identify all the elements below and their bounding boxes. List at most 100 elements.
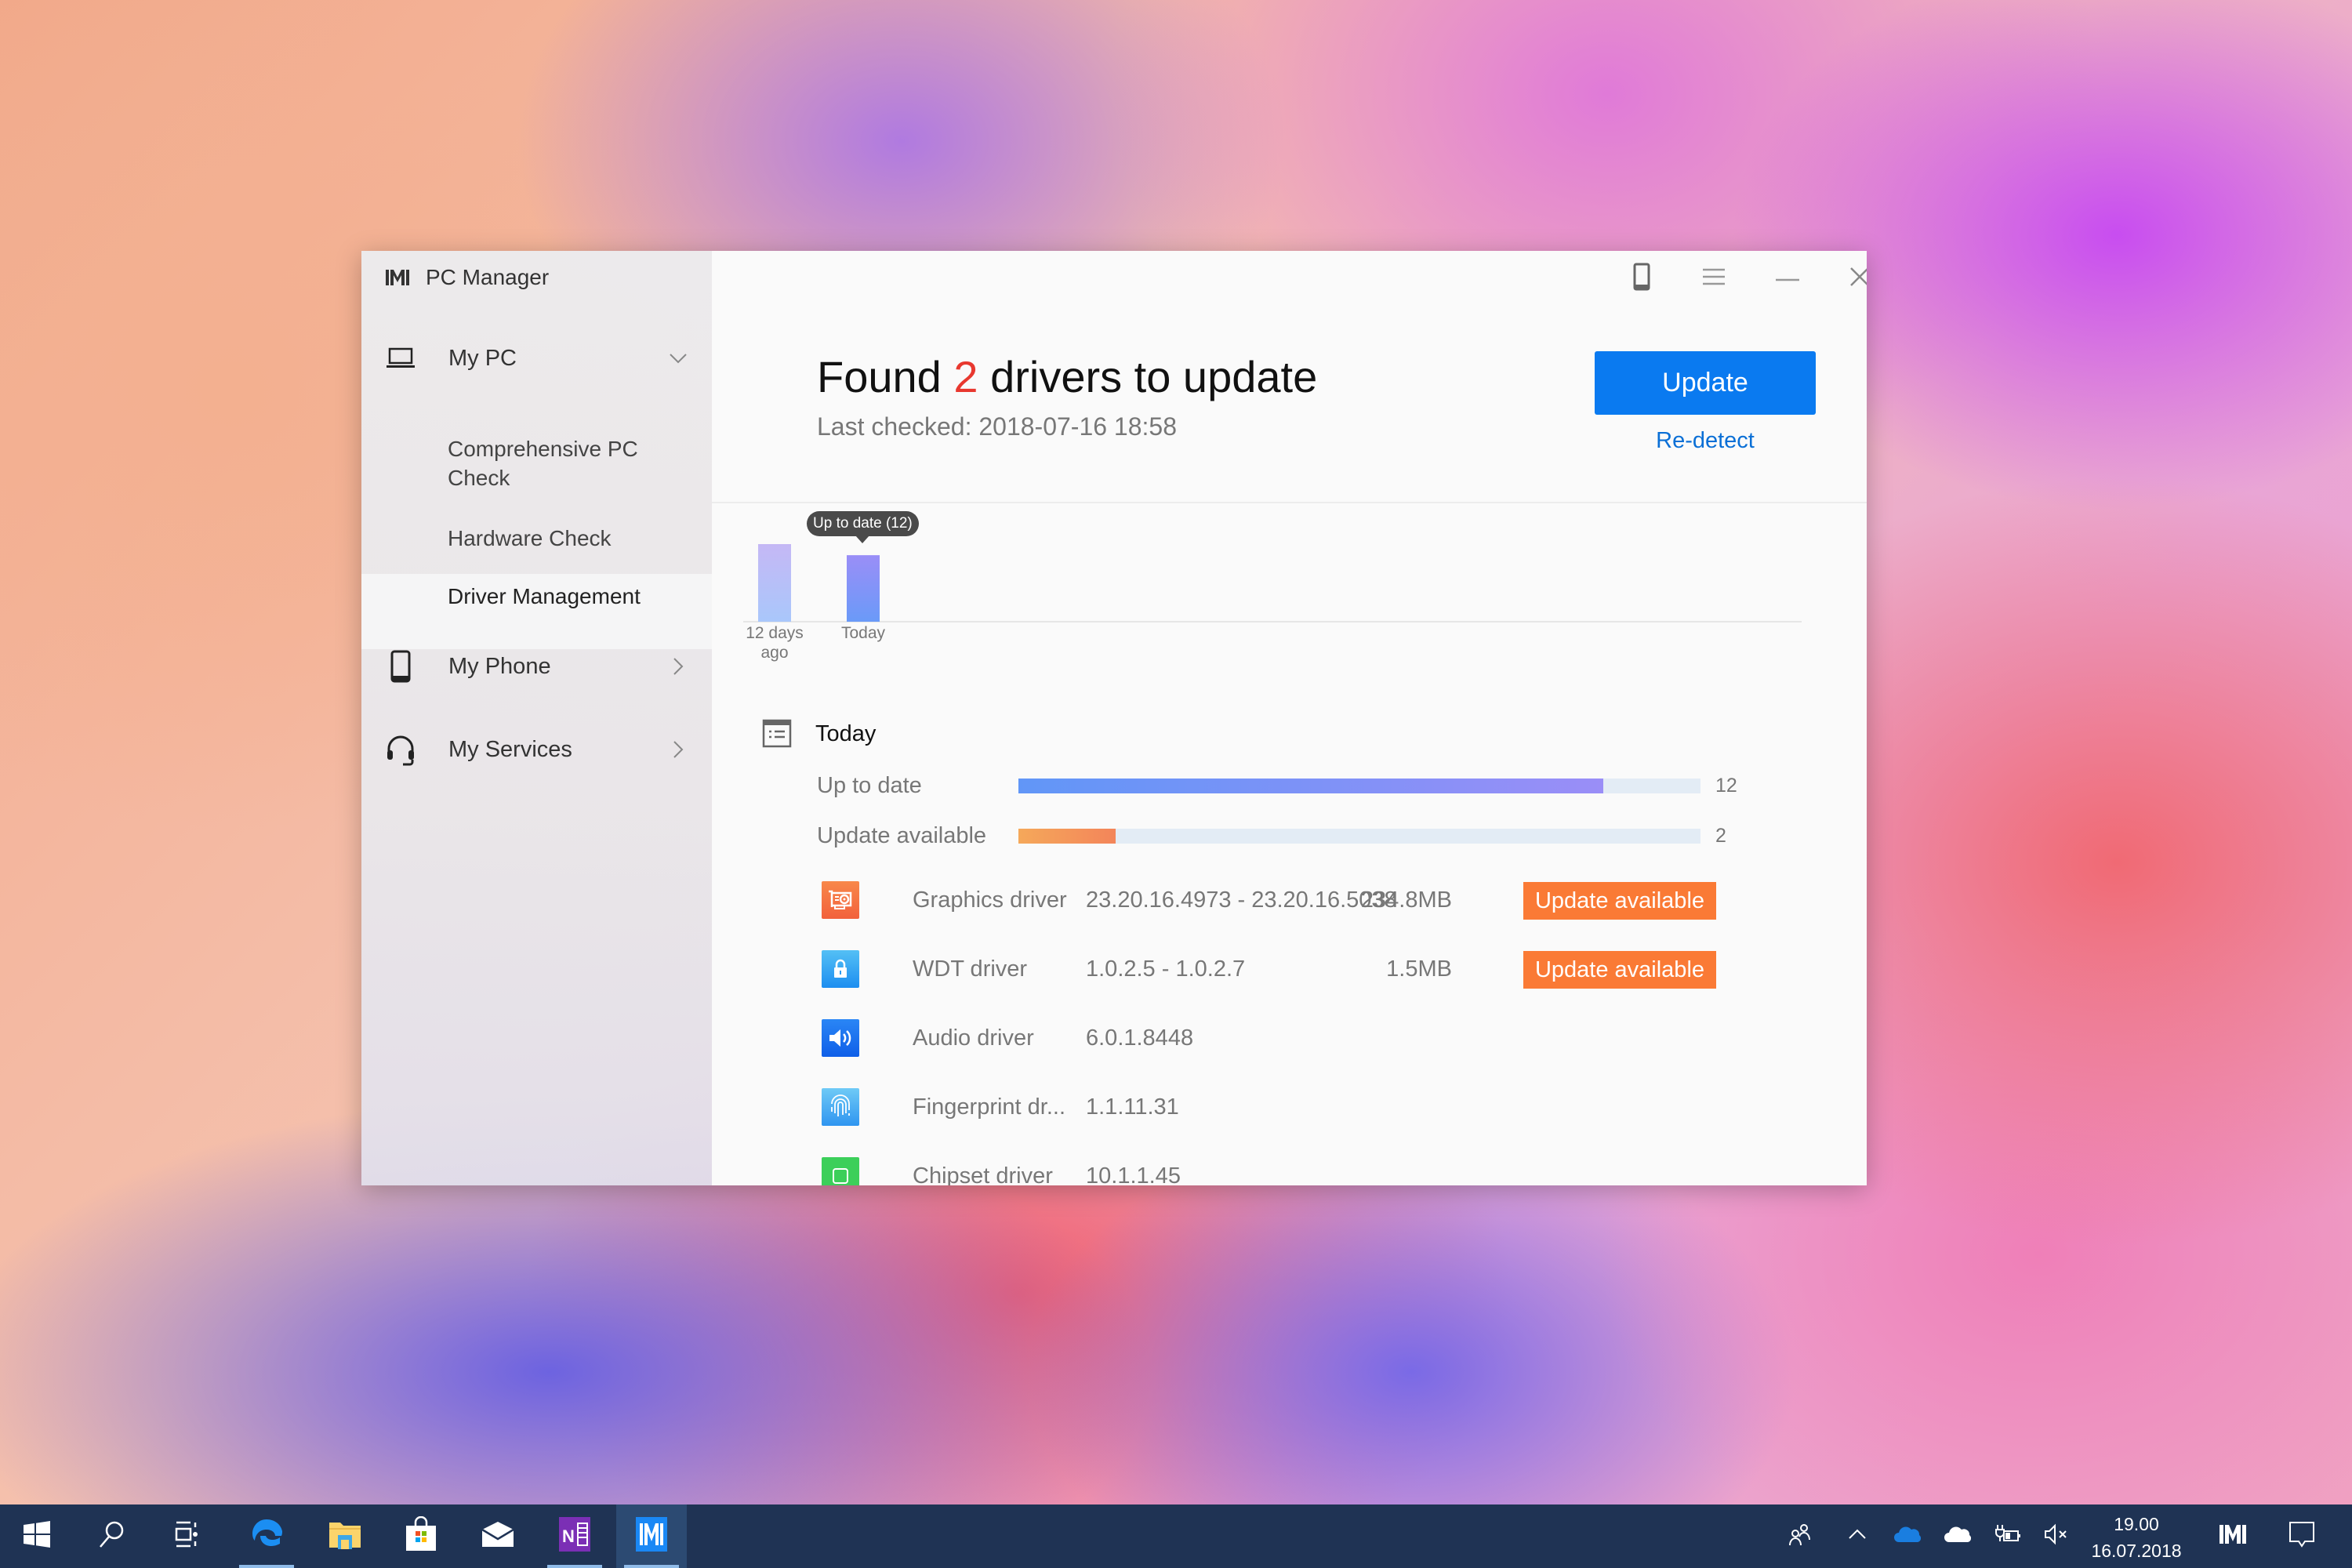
volume-button[interactable] <box>2035 1504 2078 1568</box>
minimize-button[interactable] <box>1764 259 1811 298</box>
update-available-button[interactable]: Update available <box>1523 951 1716 989</box>
chipset-icon <box>822 1157 859 1185</box>
sidebar-item-label: My PC <box>448 345 517 371</box>
close-button[interactable] <box>1836 259 1867 298</box>
driver-size: 1.5MB <box>1386 956 1452 982</box>
laptop-icon <box>383 341 418 376</box>
minimize-icon <box>1776 271 1799 285</box>
action-center-button[interactable] <box>2278 1504 2325 1568</box>
driver-version: 6.0.1.8448 <box>1086 1025 1194 1051</box>
taskbar-app-mail[interactable] <box>463 1504 533 1568</box>
page-title: Found 2 drivers to update <box>817 351 1317 402</box>
up-to-date-progress-track <box>1018 779 1700 793</box>
chevron-down-icon[interactable] <box>666 347 690 370</box>
sidebar-item-my-phone[interactable]: My Phone <box>361 647 712 686</box>
driver-name: WDT driver <box>913 956 1028 982</box>
clock-date: 16.07.2018 <box>2091 1541 2182 1561</box>
today-heading: Today <box>815 721 877 746</box>
stat-count: 2 <box>1715 825 1726 847</box>
chevron-up-icon <box>1848 1529 1867 1544</box>
driver-version: 1.0.2.5 - 1.0.2.7 <box>1086 956 1246 982</box>
history-bar[interactable] <box>847 555 880 622</box>
taskbar-app-pc-manager[interactable] <box>616 1504 687 1568</box>
chevron-right-icon[interactable] <box>666 655 690 678</box>
redetect-link[interactable]: Re-detect <box>1595 428 1816 454</box>
pc-manager-tray-button[interactable] <box>2211 1504 2255 1568</box>
driver-row[interactable]: Audio driver 6.0.1.8448 <box>712 1014 1809 1062</box>
app-title: PC Manager <box>385 265 549 290</box>
people-icon <box>1788 1523 1812 1550</box>
onedrive-business-button[interactable] <box>1886 1504 1929 1568</box>
windows-logo-icon <box>24 1521 50 1552</box>
stat-row-update-available: Update available 2 <box>817 820 1789 851</box>
taskbar-app-edge[interactable] <box>231 1504 302 1568</box>
start-button[interactable] <box>2 1504 72 1568</box>
pc-manager-window: PC Manager My PC Comprehensive PC Check … <box>361 251 1867 1185</box>
pc-manager-logo-icon <box>385 268 410 287</box>
notification-icon <box>2288 1521 2315 1552</box>
battery-button[interactable] <box>1987 1504 2029 1568</box>
menu-icon <box>1702 267 1726 290</box>
driver-row[interactable]: Chipset driver 10.1.1.45 <box>712 1152 1809 1185</box>
running-indicator <box>239 1565 294 1568</box>
headset-icon <box>383 732 418 767</box>
lock-icon <box>822 950 859 988</box>
chart-x-label: Today <box>840 624 886 642</box>
stat-label: Up to date <box>817 773 922 798</box>
onenote-icon: N <box>559 1517 590 1555</box>
clock-time: 19.00 <box>2114 1514 2159 1534</box>
sidebar-item-comprehensive-pc-check[interactable]: Comprehensive PC Check <box>361 434 712 492</box>
store-icon <box>405 1515 437 1556</box>
menu-button[interactable] <box>1690 259 1737 298</box>
driver-name: Audio driver <box>913 1025 1034 1051</box>
speaker-icon <box>822 1019 859 1057</box>
driver-row[interactable]: WDT driver 1.0.2.5 - 1.0.2.7 1.5MB Updat… <box>712 946 1809 993</box>
sidebar-item-hardware-check[interactable]: Hardware Check <box>361 524 712 553</box>
task-view-icon <box>175 1521 201 1552</box>
system-clock[interactable]: 19.00 16.07.2018 <box>2085 1511 2187 1564</box>
people-button[interactable] <box>1777 1504 1824 1568</box>
last-checked-timestamp: Last checked: 2018-07-16 18:58 <box>817 412 1177 441</box>
update-available-button[interactable]: Update available <box>1523 882 1716 920</box>
show-hidden-icons-button[interactable] <box>1836 1504 1878 1568</box>
chart-tooltip: Up to date (12) <box>807 511 919 544</box>
chart-x-label: 12 days ago <box>746 624 804 662</box>
history-bar[interactable] <box>758 544 791 622</box>
driver-row[interactable]: Graphics driver 23.20.16.4973 - 23.20.16… <box>712 877 1809 924</box>
phone-icon <box>383 649 418 684</box>
sidebar-item-my-pc[interactable]: My PC <box>361 339 712 378</box>
sidebar-item-my-services[interactable]: My Services <box>361 730 712 769</box>
taskbar-app-file-explorer[interactable] <box>310 1504 380 1568</box>
update-button[interactable]: Update <box>1595 351 1816 415</box>
headline-suffix: drivers to update <box>990 352 1318 401</box>
search-button[interactable] <box>77 1504 147 1568</box>
driver-version: 10.1.1.45 <box>1086 1163 1181 1185</box>
taskbar-app-onenote[interactable]: N <box>539 1504 610 1568</box>
task-view-button[interactable] <box>153 1504 223 1568</box>
onedrive-button[interactable] <box>1936 1504 1979 1568</box>
sidebar-item-driver-management[interactable]: Driver Management <box>361 574 712 649</box>
search-icon <box>99 1520 125 1552</box>
update-available-progress-fill <box>1018 829 1116 844</box>
running-indicator <box>547 1565 602 1568</box>
sidebar-item-label: My Phone <box>448 653 551 679</box>
onedrive-white-icon <box>1944 1525 1972 1548</box>
chevron-right-icon[interactable] <box>666 738 690 761</box>
close-icon <box>1850 267 1867 290</box>
up-to-date-progress-fill <box>1018 779 1603 793</box>
edge-icon <box>251 1518 282 1555</box>
driver-name: Graphics driver <box>913 887 1067 913</box>
phone-connect-button[interactable] <box>1618 259 1665 298</box>
volume-muted-icon <box>2044 1523 2069 1549</box>
graphics-card-icon <box>822 881 859 919</box>
main-content: Found 2 drivers to update Last checked: … <box>712 251 1867 1185</box>
stat-label: Update available <box>817 823 987 848</box>
taskbar-app-store[interactable] <box>386 1504 456 1568</box>
stat-row-up-to-date: Up to date 12 <box>817 770 1789 801</box>
calendar-icon <box>762 717 792 752</box>
sidebar: PC Manager My PC Comprehensive PC Check … <box>361 251 712 1185</box>
headline-prefix: Found <box>817 352 942 401</box>
app-title-text: PC Manager <box>426 265 550 289</box>
mail-icon <box>481 1520 515 1552</box>
today-section-header: Today <box>762 717 876 752</box>
